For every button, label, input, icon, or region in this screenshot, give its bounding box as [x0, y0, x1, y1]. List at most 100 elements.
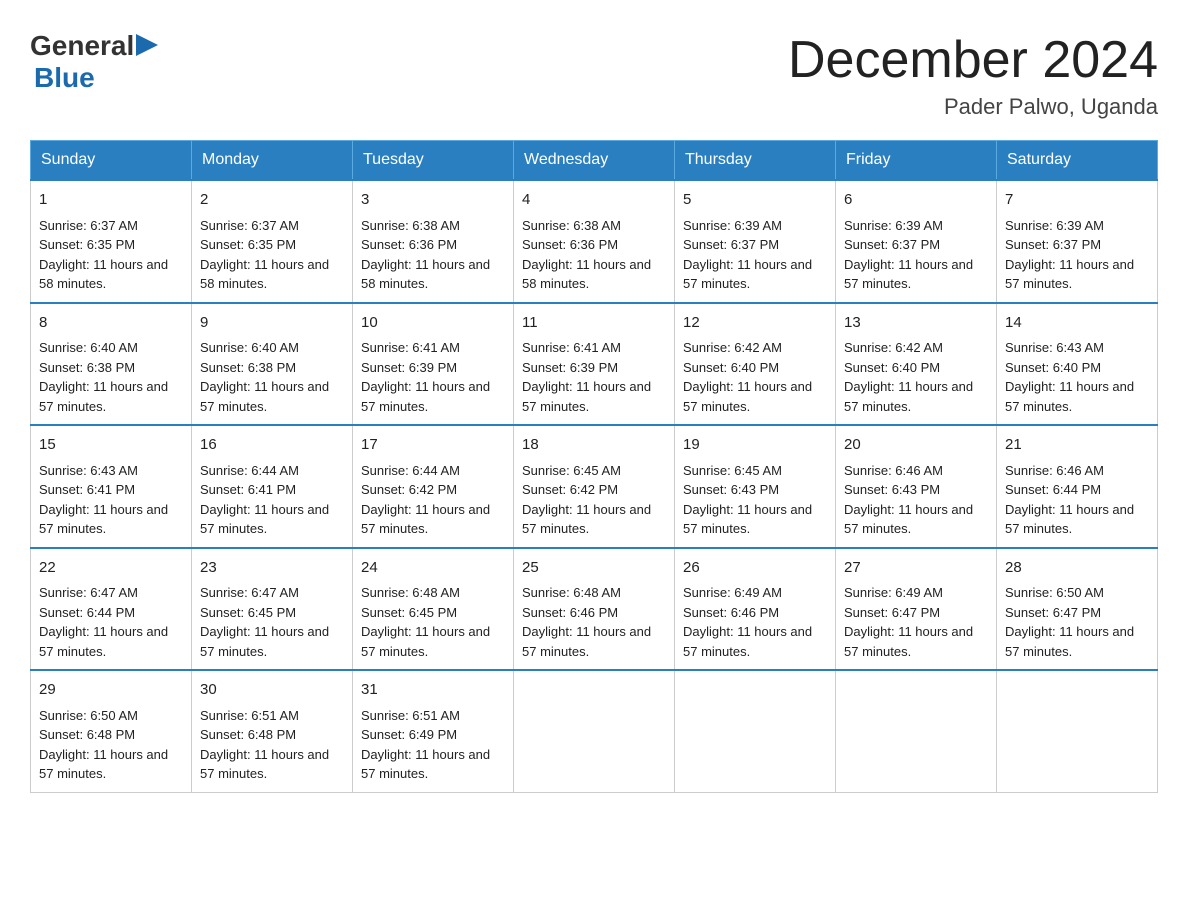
daylight-label: Daylight: 11 hours and 58 minutes. [39, 257, 168, 292]
daylight-label: Daylight: 11 hours and 57 minutes. [522, 502, 651, 537]
calendar-cell: 30 Sunrise: 6:51 AM Sunset: 6:48 PM Dayl… [192, 670, 353, 792]
sunset-label: Sunset: 6:43 PM [683, 482, 779, 497]
sunrise-label: Sunrise: 6:46 AM [844, 463, 943, 478]
calendar-cell [675, 670, 836, 792]
calendar-cell: 1 Sunrise: 6:37 AM Sunset: 6:35 PM Dayli… [31, 180, 192, 303]
calendar-header-row: SundayMondayTuesdayWednesdayThursdayFrid… [31, 141, 1158, 181]
sunset-label: Sunset: 6:37 PM [683, 237, 779, 252]
sunrise-label: Sunrise: 6:50 AM [39, 708, 138, 723]
calendar-cell: 14 Sunrise: 6:43 AM Sunset: 6:40 PM Dayl… [997, 303, 1158, 426]
day-number: 8 [39, 312, 183, 335]
day-number: 1 [39, 189, 183, 212]
calendar-cell: 5 Sunrise: 6:39 AM Sunset: 6:37 PM Dayli… [675, 180, 836, 303]
sunrise-label: Sunrise: 6:46 AM [1005, 463, 1104, 478]
sunset-label: Sunset: 6:40 PM [683, 360, 779, 375]
daylight-label: Daylight: 11 hours and 57 minutes. [683, 257, 812, 292]
sunrise-label: Sunrise: 6:41 AM [522, 340, 621, 355]
day-number: 21 [1005, 434, 1149, 457]
day-number: 19 [683, 434, 827, 457]
sunrise-label: Sunrise: 6:44 AM [361, 463, 460, 478]
daylight-label: Daylight: 11 hours and 57 minutes. [200, 747, 329, 782]
logo-arrow-icon [136, 34, 158, 56]
sunset-label: Sunset: 6:38 PM [39, 360, 135, 375]
calendar-cell: 3 Sunrise: 6:38 AM Sunset: 6:36 PM Dayli… [353, 180, 514, 303]
sunrise-label: Sunrise: 6:48 AM [522, 585, 621, 600]
day-number: 20 [844, 434, 988, 457]
title-section: December 2024 Pader Palwo, Uganda [788, 30, 1158, 120]
col-header-thursday: Thursday [675, 141, 836, 181]
calendar-cell: 24 Sunrise: 6:48 AM Sunset: 6:45 PM Dayl… [353, 548, 514, 671]
calendar-cell: 21 Sunrise: 6:46 AM Sunset: 6:44 PM Dayl… [997, 425, 1158, 548]
daylight-label: Daylight: 11 hours and 57 minutes. [1005, 624, 1134, 659]
calendar-cell: 16 Sunrise: 6:44 AM Sunset: 6:41 PM Dayl… [192, 425, 353, 548]
day-number: 24 [361, 557, 505, 580]
sunrise-label: Sunrise: 6:40 AM [39, 340, 138, 355]
day-number: 26 [683, 557, 827, 580]
calendar-cell [997, 670, 1158, 792]
sunrise-label: Sunrise: 6:42 AM [844, 340, 943, 355]
sunrise-label: Sunrise: 6:37 AM [200, 218, 299, 233]
daylight-label: Daylight: 11 hours and 57 minutes. [361, 624, 490, 659]
calendar-cell: 29 Sunrise: 6:50 AM Sunset: 6:48 PM Dayl… [31, 670, 192, 792]
day-number: 22 [39, 557, 183, 580]
sunrise-label: Sunrise: 6:39 AM [683, 218, 782, 233]
calendar-cell: 7 Sunrise: 6:39 AM Sunset: 6:37 PM Dayli… [997, 180, 1158, 303]
day-number: 3 [361, 189, 505, 212]
col-header-wednesday: Wednesday [514, 141, 675, 181]
calendar-cell: 20 Sunrise: 6:46 AM Sunset: 6:43 PM Dayl… [836, 425, 997, 548]
sunrise-label: Sunrise: 6:38 AM [522, 218, 621, 233]
daylight-label: Daylight: 11 hours and 57 minutes. [844, 379, 973, 414]
sunset-label: Sunset: 6:49 PM [361, 727, 457, 742]
calendar-week-row: 22 Sunrise: 6:47 AM Sunset: 6:44 PM Dayl… [31, 548, 1158, 671]
daylight-label: Daylight: 11 hours and 58 minutes. [361, 257, 490, 292]
sunset-label: Sunset: 6:38 PM [200, 360, 296, 375]
day-number: 4 [522, 189, 666, 212]
day-number: 25 [522, 557, 666, 580]
sunset-label: Sunset: 6:40 PM [844, 360, 940, 375]
sunset-label: Sunset: 6:39 PM [361, 360, 457, 375]
sunrise-label: Sunrise: 6:43 AM [1005, 340, 1104, 355]
daylight-label: Daylight: 11 hours and 57 minutes. [200, 379, 329, 414]
day-number: 29 [39, 679, 183, 702]
daylight-label: Daylight: 11 hours and 57 minutes. [361, 747, 490, 782]
daylight-label: Daylight: 11 hours and 57 minutes. [361, 502, 490, 537]
sunrise-label: Sunrise: 6:45 AM [683, 463, 782, 478]
sunrise-label: Sunrise: 6:51 AM [361, 708, 460, 723]
col-header-sunday: Sunday [31, 141, 192, 181]
day-number: 7 [1005, 189, 1149, 212]
calendar-cell: 27 Sunrise: 6:49 AM Sunset: 6:47 PM Dayl… [836, 548, 997, 671]
day-number: 27 [844, 557, 988, 580]
sunset-label: Sunset: 6:35 PM [39, 237, 135, 252]
day-number: 13 [844, 312, 988, 335]
col-header-saturday: Saturday [997, 141, 1158, 181]
sunset-label: Sunset: 6:45 PM [200, 605, 296, 620]
daylight-label: Daylight: 11 hours and 57 minutes. [522, 624, 651, 659]
sunrise-label: Sunrise: 6:51 AM [200, 708, 299, 723]
sunset-label: Sunset: 6:42 PM [522, 482, 618, 497]
page-header: General Blue December 2024 Pader Palwo, … [30, 30, 1158, 120]
logo-general-text: General [30, 30, 134, 62]
sunset-label: Sunset: 6:36 PM [522, 237, 618, 252]
sunset-label: Sunset: 6:48 PM [200, 727, 296, 742]
sunrise-label: Sunrise: 6:38 AM [361, 218, 460, 233]
calendar-cell: 18 Sunrise: 6:45 AM Sunset: 6:42 PM Dayl… [514, 425, 675, 548]
sunrise-label: Sunrise: 6:43 AM [39, 463, 138, 478]
location-subtitle: Pader Palwo, Uganda [788, 94, 1158, 120]
day-number: 9 [200, 312, 344, 335]
col-header-tuesday: Tuesday [353, 141, 514, 181]
sunset-label: Sunset: 6:44 PM [39, 605, 135, 620]
daylight-label: Daylight: 11 hours and 57 minutes. [844, 257, 973, 292]
daylight-label: Daylight: 11 hours and 57 minutes. [844, 502, 973, 537]
daylight-label: Daylight: 11 hours and 57 minutes. [200, 624, 329, 659]
month-title: December 2024 [788, 30, 1158, 90]
calendar-week-row: 1 Sunrise: 6:37 AM Sunset: 6:35 PM Dayli… [31, 180, 1158, 303]
logo-blue-text: Blue [34, 62, 95, 93]
calendar-cell: 8 Sunrise: 6:40 AM Sunset: 6:38 PM Dayli… [31, 303, 192, 426]
calendar-cell: 9 Sunrise: 6:40 AM Sunset: 6:38 PM Dayli… [192, 303, 353, 426]
sunrise-label: Sunrise: 6:42 AM [683, 340, 782, 355]
calendar-cell: 19 Sunrise: 6:45 AM Sunset: 6:43 PM Dayl… [675, 425, 836, 548]
sunset-label: Sunset: 6:35 PM [200, 237, 296, 252]
calendar-cell: 13 Sunrise: 6:42 AM Sunset: 6:40 PM Dayl… [836, 303, 997, 426]
calendar-cell: 17 Sunrise: 6:44 AM Sunset: 6:42 PM Dayl… [353, 425, 514, 548]
day-number: 31 [361, 679, 505, 702]
